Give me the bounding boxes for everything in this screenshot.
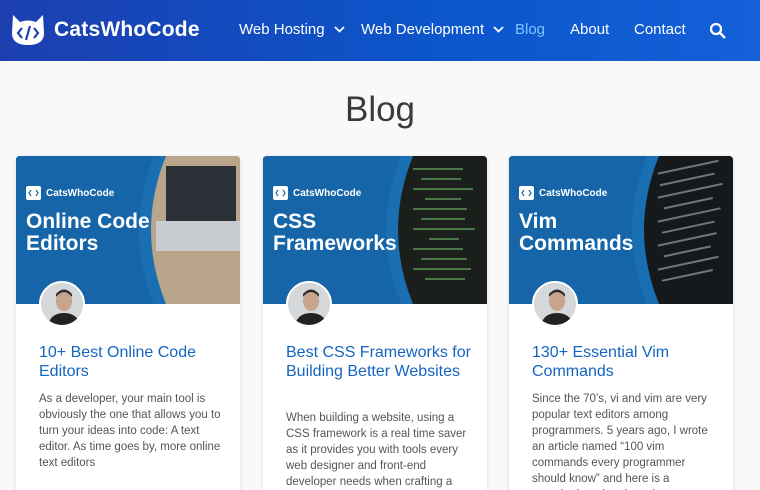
thumbnail-title: Online Code Editors (26, 210, 150, 255)
post-thumbnail[interactable]: CatsWhoCode Online Code Editors (16, 156, 240, 304)
nav-label: Web Hosting (239, 21, 325, 38)
person-icon (534, 283, 576, 325)
post-thumbnail[interactable]: CatsWhoCode CSS Frameworks (263, 156, 487, 304)
author-avatar[interactable] (532, 281, 578, 327)
nav-label: Web Development (361, 21, 485, 38)
author-avatar[interactable] (286, 281, 332, 327)
nav-about[interactable]: About (570, 21, 609, 38)
site-logo[interactable]: CatsWhoCode (10, 13, 200, 47)
thumbnail-brand-text: CatsWhoCode (46, 187, 115, 199)
nav-label: Blog (515, 21, 546, 38)
post-card[interactable]: CatsWhoCode CSS Frameworks Best CSS Fram… (263, 156, 487, 490)
cat-logo-icon (26, 186, 41, 200)
thumbnail-brand-text: CatsWhoCode (293, 187, 362, 199)
cat-logo-icon (519, 186, 534, 200)
search-icon[interactable] (709, 22, 726, 39)
post-title-link[interactable]: 130+ Essential Vim Commands (532, 343, 717, 381)
cat-logo-icon (12, 15, 44, 45)
post-excerpt: As a developer, your main tool is obviou… (39, 393, 221, 469)
post-title-link[interactable]: Best CSS Frameworks for Building Better … (286, 343, 471, 381)
thumbnail-brand: CatsWhoCode (26, 186, 114, 200)
nav-label: Contact (634, 21, 686, 38)
author-avatar[interactable] (39, 281, 85, 327)
thumbnail-brand-text: CatsWhoCode (539, 187, 608, 199)
post-title-link[interactable]: 10+ Best Online Code Editors (39, 343, 224, 381)
logo-text: CatsWhoCode (54, 18, 200, 41)
post-thumbnail[interactable]: CatsWhoCode Vim Commands (509, 156, 733, 304)
nav-contact[interactable]: Contact (634, 21, 686, 38)
thumbnail-brand: CatsWhoCode (519, 186, 607, 200)
thumbnail-title: Vim Commands (519, 210, 634, 255)
page-title: Blog (344, 90, 416, 129)
post-excerpt: Since the 70’s, vi and vim are very popu… (532, 393, 708, 490)
chevron-down-icon (493, 26, 504, 33)
person-icon (288, 283, 330, 325)
post-card[interactable]: CatsWhoCode Online Code Editors 10+ Best… (16, 156, 240, 490)
person-icon (41, 283, 83, 325)
thumbnail-title: CSS Frameworks (273, 210, 397, 255)
nav-web-hosting[interactable]: Web Hosting (239, 21, 345, 38)
nav-label: About (570, 21, 610, 38)
nav-blog[interactable]: Blog (515, 21, 545, 38)
site-header: CatsWhoCode Web Hosting Web Development … (0, 0, 760, 61)
thumbnail-brand: CatsWhoCode (273, 186, 361, 200)
nav-web-development[interactable]: Web Development (361, 21, 504, 38)
cat-logo-icon (273, 186, 288, 200)
post-card[interactable]: CatsWhoCode Vim Commands 130+ Essential … (509, 156, 733, 490)
post-excerpt: When building a website, using a CSS fra… (286, 412, 467, 488)
chevron-down-icon (333, 26, 345, 33)
